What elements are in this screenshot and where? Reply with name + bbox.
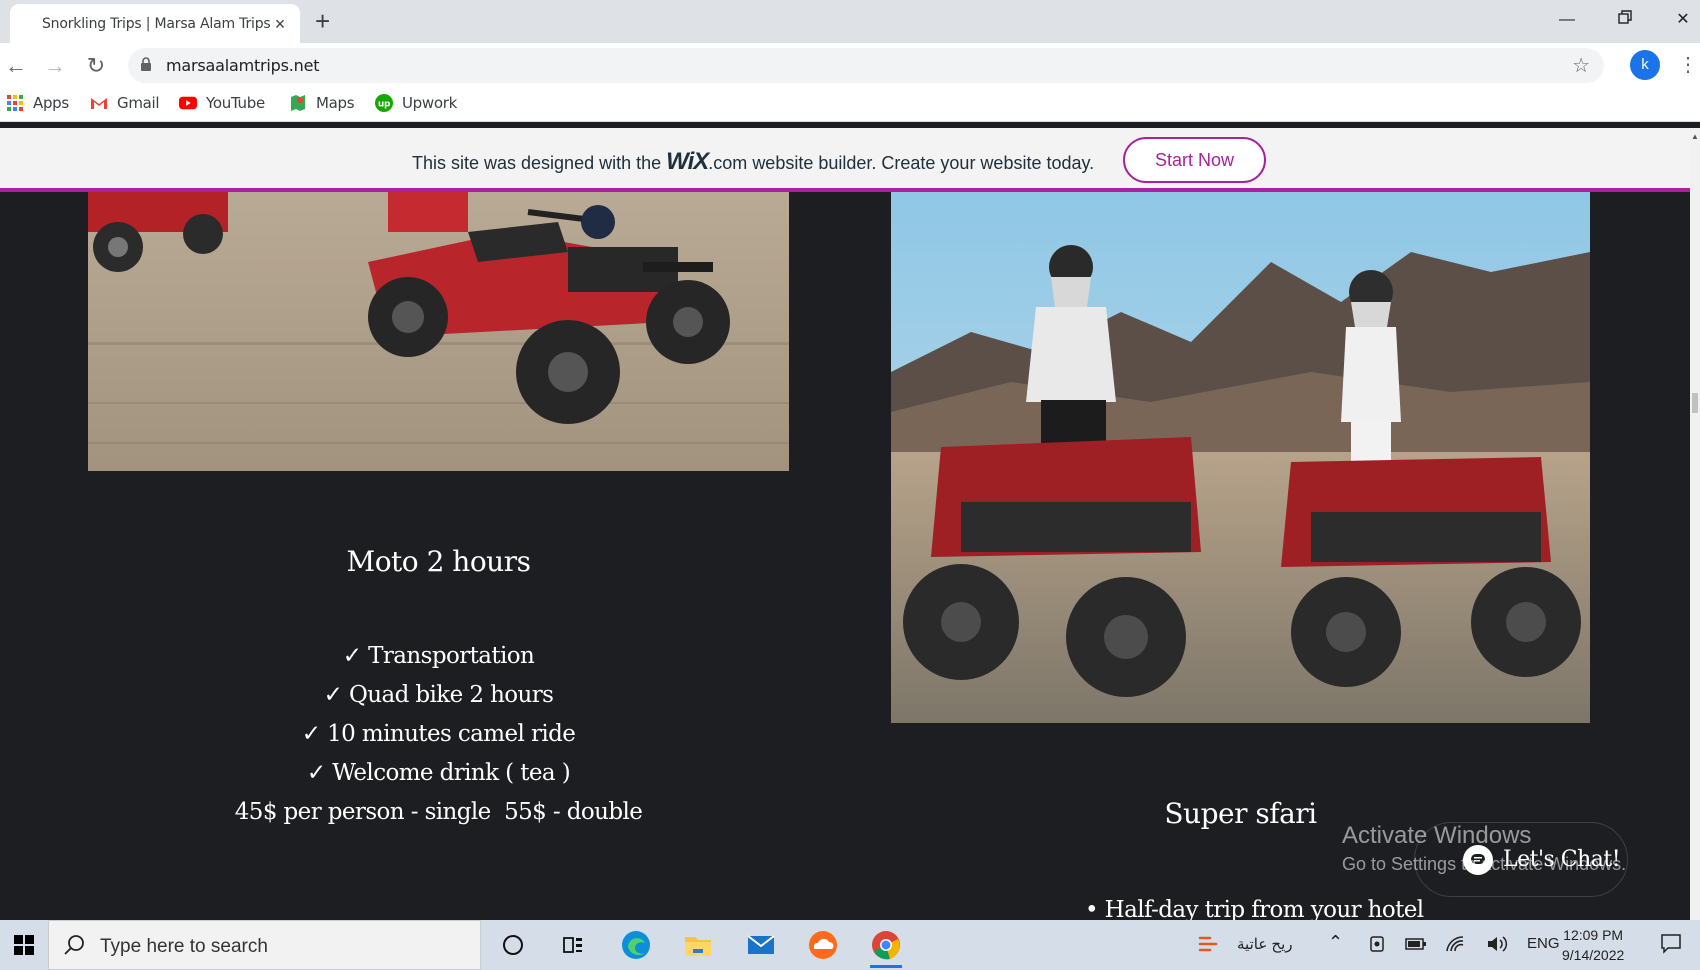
wix-logo-suffix: .com bbox=[708, 153, 748, 173]
minimize-icon[interactable]: — bbox=[1547, 6, 1587, 34]
activate-subtitle: Go to Settings to activate Windows. bbox=[1342, 854, 1627, 874]
address-bar[interactable]: marsaalamtrips.net ☆ bbox=[128, 48, 1604, 83]
windows-taskbar: Type here to search ريح عاتية ⌃ ENG 12:0… bbox=[0, 920, 1700, 970]
soundcloud-icon[interactable] bbox=[807, 929, 839, 961]
mail-icon[interactable] bbox=[745, 929, 777, 961]
browser-menu-icon[interactable]: ⋮ bbox=[1678, 51, 1698, 79]
file-explorer-icon[interactable] bbox=[682, 929, 714, 961]
maps-icon bbox=[291, 95, 305, 111]
bookmark-gmail[interactable]: Gmail bbox=[90, 94, 160, 112]
wix-banner: This site was designed with the WiX.com … bbox=[0, 128, 1690, 192]
feature-item: ✓ Transportation bbox=[342, 643, 535, 669]
bookmark-star-icon[interactable]: ☆ bbox=[1572, 53, 1590, 78]
bookmark-upwork[interactable]: up Upwork bbox=[375, 94, 457, 112]
edge-browser-icon[interactable] bbox=[620, 929, 652, 961]
activate-windows-watermark: Activate Windows Go to Settings to activ… bbox=[1342, 822, 1626, 875]
bookmark-label: Gmail bbox=[117, 94, 160, 112]
browser-tab[interactable]: Snorkling Trips | Marsa Alam Trips × bbox=[10, 4, 300, 43]
search-icon bbox=[64, 935, 84, 955]
taskbar-clock[interactable]: 12:09 PM 9/14/2022 bbox=[1562, 925, 1624, 965]
new-tab-icon[interactable]: + bbox=[315, 8, 330, 34]
wix-logo: WiX bbox=[666, 148, 709, 175]
gmail-icon bbox=[91, 98, 107, 109]
bookmark-maps[interactable]: Maps bbox=[289, 94, 355, 112]
wix-text-before: This site was designed with the bbox=[412, 153, 662, 173]
feature-item: ✓ Quad bike 2 hours bbox=[323, 682, 554, 708]
bookmark-label: Maps bbox=[316, 94, 355, 112]
wix-text-after: website builder. Create your website tod… bbox=[752, 153, 1095, 173]
youtube-icon bbox=[179, 96, 197, 110]
taskbar-search-box[interactable]: Type here to search bbox=[48, 920, 481, 970]
url-text: marsaalamtrips.net bbox=[166, 56, 320, 75]
bookmarks-bar: Apps Gmail YouTube Maps up Upwork bbox=[0, 88, 1700, 122]
tab-strip: Snorkling Trips | Marsa Alam Trips × + —… bbox=[0, 0, 1700, 43]
wix-banner-text: This site was designed with the WiX.com … bbox=[412, 148, 1094, 176]
forward-icon[interactable]: → bbox=[41, 52, 69, 80]
notifications-icon[interactable] bbox=[1660, 932, 1682, 958]
tab-title: Snorkling Trips | Marsa Alam Trips bbox=[42, 15, 271, 32]
bookmark-label: Apps bbox=[33, 94, 69, 112]
bookmark-label: Upwork bbox=[402, 94, 457, 112]
profile-avatar[interactable]: k bbox=[1630, 50, 1660, 80]
bookmark-apps[interactable]: Apps bbox=[6, 94, 69, 112]
scroll-up-icon[interactable]: ▲ bbox=[1691, 132, 1699, 141]
show-hidden-icons[interactable]: ⌃ bbox=[1328, 932, 1343, 953]
weather-text[interactable]: ريح عاتية bbox=[1237, 935, 1293, 953]
close-window-icon[interactable]: ✕ bbox=[1663, 6, 1700, 34]
price-line: 45$ per person - single 55$ - double bbox=[234, 799, 643, 825]
language-indicator[interactable]: ENG bbox=[1527, 935, 1560, 952]
left-card-title: Moto 2 hours bbox=[346, 545, 531, 578]
reload-icon[interactable]: ↻ bbox=[82, 52, 110, 80]
desert-riders-photo bbox=[891, 192, 1590, 723]
browser-toolbar: ← → ↻ marsaalamtrips.net ☆ k ⋮ bbox=[0, 43, 1700, 88]
activate-title: Activate Windows bbox=[1342, 822, 1532, 849]
weather-wind-icon[interactable] bbox=[1196, 930, 1228, 962]
close-tab-icon[interactable]: × bbox=[272, 15, 288, 33]
search-placeholder: Type here to search bbox=[100, 936, 268, 957]
page-content: Moto 2 hours ✓ Transportation ✓ Quad bik… bbox=[0, 192, 1690, 920]
apps-grid-icon bbox=[7, 95, 23, 111]
wifi-icon[interactable] bbox=[1445, 935, 1465, 957]
task-view-icon[interactable] bbox=[557, 929, 589, 961]
volume-icon[interactable] bbox=[1486, 935, 1508, 957]
windows-start-icon[interactable] bbox=[0, 920, 48, 970]
clock-date: 9/14/2022 bbox=[1562, 947, 1625, 963]
clock-time: 12:09 PM bbox=[1563, 927, 1624, 943]
scroll-thumb[interactable] bbox=[1692, 393, 1698, 413]
quad-bike-photo bbox=[88, 192, 789, 471]
feature-item: ✓ 10 minutes camel ride bbox=[301, 721, 576, 747]
back-icon[interactable]: ← bbox=[2, 52, 30, 80]
feature-item: ✓ Welcome drink ( tea ) bbox=[306, 760, 571, 786]
bookmark-youtube[interactable]: YouTube bbox=[179, 94, 265, 112]
page-scrollbar[interactable] bbox=[1690, 128, 1700, 920]
meet-now-icon[interactable] bbox=[1368, 935, 1386, 957]
right-card-bullet: • Half-day trip from your hotel bbox=[1085, 897, 1424, 920]
battery-icon[interactable] bbox=[1405, 935, 1427, 957]
feature-list: ✓ Transportation ✓ Quad bike 2 hours ✓ 1… bbox=[88, 637, 789, 832]
lock-icon bbox=[141, 57, 151, 71]
upwork-icon: up bbox=[375, 94, 393, 112]
start-now-button[interactable]: Start Now bbox=[1123, 137, 1266, 183]
svg-text:up: up bbox=[378, 100, 391, 110]
chrome-icon[interactable] bbox=[870, 929, 902, 968]
restore-icon[interactable] bbox=[1605, 6, 1645, 34]
cortana-icon[interactable] bbox=[497, 929, 529, 961]
bookmark-label: YouTube bbox=[206, 94, 265, 112]
